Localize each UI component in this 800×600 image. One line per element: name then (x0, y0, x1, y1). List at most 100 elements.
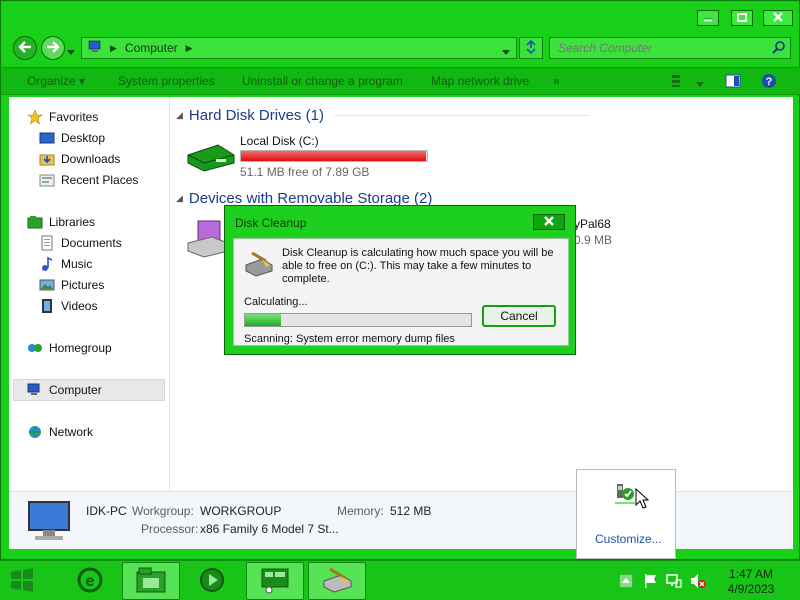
nav-favorites-label: Favorites (49, 110, 99, 124)
safely-remove-hardware-icon[interactable] (613, 482, 637, 511)
workgroup-label: Workgroup: (132, 504, 194, 518)
nav-documents[interactable]: Documents (39, 234, 122, 252)
search-icon[interactable] (772, 40, 786, 57)
nav-music-label: Music (61, 257, 93, 271)
customize-link[interactable]: Customize... (595, 532, 662, 546)
volume-muted-icon[interactable] (690, 573, 706, 589)
computer-monitor-icon (25, 498, 73, 547)
action-center-flag-icon[interactable] (642, 573, 658, 589)
close-icon (773, 11, 783, 25)
nav-computer-label: Computer (49, 383, 102, 397)
local-disk-name: Local Disk (C:) (240, 134, 319, 148)
breadcrumb-separator-icon[interactable]: ▶ (186, 43, 193, 54)
search-box[interactable] (549, 37, 791, 59)
processor-label: Processor: (141, 522, 199, 536)
nav-libraries[interactable]: Libraries (27, 213, 95, 231)
internet-explorer-icon: e (76, 566, 104, 597)
chevron-down-icon (67, 45, 75, 59)
downloads-folder-icon (39, 151, 55, 167)
search-input[interactable] (550, 38, 760, 58)
back-arrow-icon (18, 40, 32, 56)
view-options-dropdown-icon[interactable] (696, 77, 704, 91)
clock-date: 4/9/2023 (727, 582, 775, 596)
address-dropdown-icon[interactable] (502, 45, 510, 59)
address-bar[interactable]: ▶ Computer ▶ (81, 37, 517, 59)
network-tray-icon[interactable] (666, 573, 682, 589)
nav-pictures-label: Pictures (61, 278, 105, 292)
taskbar-disk-cleanup[interactable] (308, 562, 366, 600)
show-hidden-icons-arrow[interactable] (618, 573, 634, 589)
nav-network[interactable]: Network (27, 423, 93, 441)
taskbar-clock[interactable]: 1:47 AM 4/9/2023 (716, 567, 786, 597)
workgroup-value: WORKGROUP (200, 504, 282, 518)
disk-cleanup-icon (244, 249, 274, 280)
hard-disk-drives-header[interactable]: ◢ Hard Disk Drives (1) (176, 107, 590, 124)
taskbar-media-player[interactable] (184, 562, 240, 600)
nav-computer[interactable]: Computer (27, 381, 102, 399)
nav-pictures[interactable]: Pictures (39, 276, 104, 294)
nav-downloads[interactable]: Downloads (39, 150, 120, 168)
maximize-button[interactable] (731, 10, 753, 26)
minimize-icon (702, 11, 714, 25)
minimize-button[interactable] (697, 10, 719, 26)
computer-icon (27, 382, 43, 398)
nav-favorites[interactable]: Favorites (27, 108, 98, 126)
cleanup-progress-fill (245, 314, 282, 326)
command-toolbar: Organize ▾ System properties Uninstall o… (1, 67, 800, 95)
dialog-close-button[interactable] (533, 214, 565, 230)
system-control-icon (259, 566, 291, 597)
dialog-body: Disk Cleanup is calculating how much spa… (233, 238, 569, 346)
group-divider (333, 115, 590, 116)
more-commands-button[interactable]: » (553, 74, 560, 88)
memory-label: Memory: (337, 504, 384, 518)
desktop-icon (39, 130, 55, 146)
media-player-icon (199, 567, 225, 596)
help-icon[interactable]: ? (761, 73, 777, 92)
mouse-cursor-icon (635, 487, 650, 513)
back-button[interactable] (13, 36, 37, 60)
refresh-icon (524, 39, 538, 57)
taskbar-internet-explorer[interactable]: e (62, 562, 118, 600)
navigation-row: ▶ Computer ▶ (1, 33, 800, 63)
start-button[interactable] (2, 564, 42, 598)
nav-music[interactable]: Music (39, 255, 92, 273)
nav-videos-label: Videos (61, 299, 98, 313)
change-view-icon[interactable] (671, 74, 683, 91)
computer-name: IDK-PC (86, 504, 127, 518)
close-button[interactable] (763, 10, 793, 26)
collapse-triangle-icon: ◢ (176, 193, 183, 203)
title-bar[interactable] (1, 1, 800, 33)
nav-videos[interactable]: Videos (39, 297, 97, 315)
organize-menu[interactable]: Organize ▾ (27, 74, 85, 88)
preview-pane-icon[interactable] (725, 74, 741, 91)
recent-places-icon (39, 172, 55, 188)
forward-button[interactable] (41, 36, 65, 60)
forward-arrow-icon (46, 40, 60, 56)
system-properties-button[interactable]: System properties (118, 74, 215, 88)
taskbar: e 1:47 AM 4/9/2023 (0, 560, 800, 600)
removable-device-size: 0.9 MB (574, 233, 613, 247)
svg-text:e: e (86, 573, 95, 590)
nav-recent-places[interactable]: Recent Places (39, 171, 138, 189)
music-icon (39, 256, 55, 272)
recent-pages-dropdown[interactable] (67, 45, 75, 59)
cleanup-progress-bar (244, 313, 472, 327)
nav-homegroup[interactable]: Homegroup (27, 339, 112, 357)
memory-value: 512 MB (390, 504, 432, 518)
map-network-drive-button[interactable]: Map network drive (431, 74, 529, 88)
removable-device-name: yPal68 (574, 217, 611, 231)
uninstall-program-button[interactable]: Uninstall or change a program (242, 74, 403, 88)
nav-documents-label: Documents (61, 236, 122, 250)
taskbar-file-explorer[interactable] (122, 562, 180, 600)
homegroup-icon (27, 340, 43, 356)
refresh-button[interactable] (519, 37, 543, 59)
computer-icon (88, 40, 104, 57)
cancel-button[interactable]: Cancel (482, 305, 556, 327)
dialog-title: Disk Cleanup (235, 216, 307, 230)
collapse-triangle-icon: ◢ (176, 110, 183, 120)
taskbar-system-window[interactable] (246, 562, 304, 600)
nav-desktop[interactable]: Desktop (39, 129, 105, 147)
processor-value: x86 Family 6 Model 7 St... (200, 522, 339, 536)
disk-cleanup-icon (321, 567, 353, 596)
address-path[interactable]: Computer (125, 41, 178, 55)
